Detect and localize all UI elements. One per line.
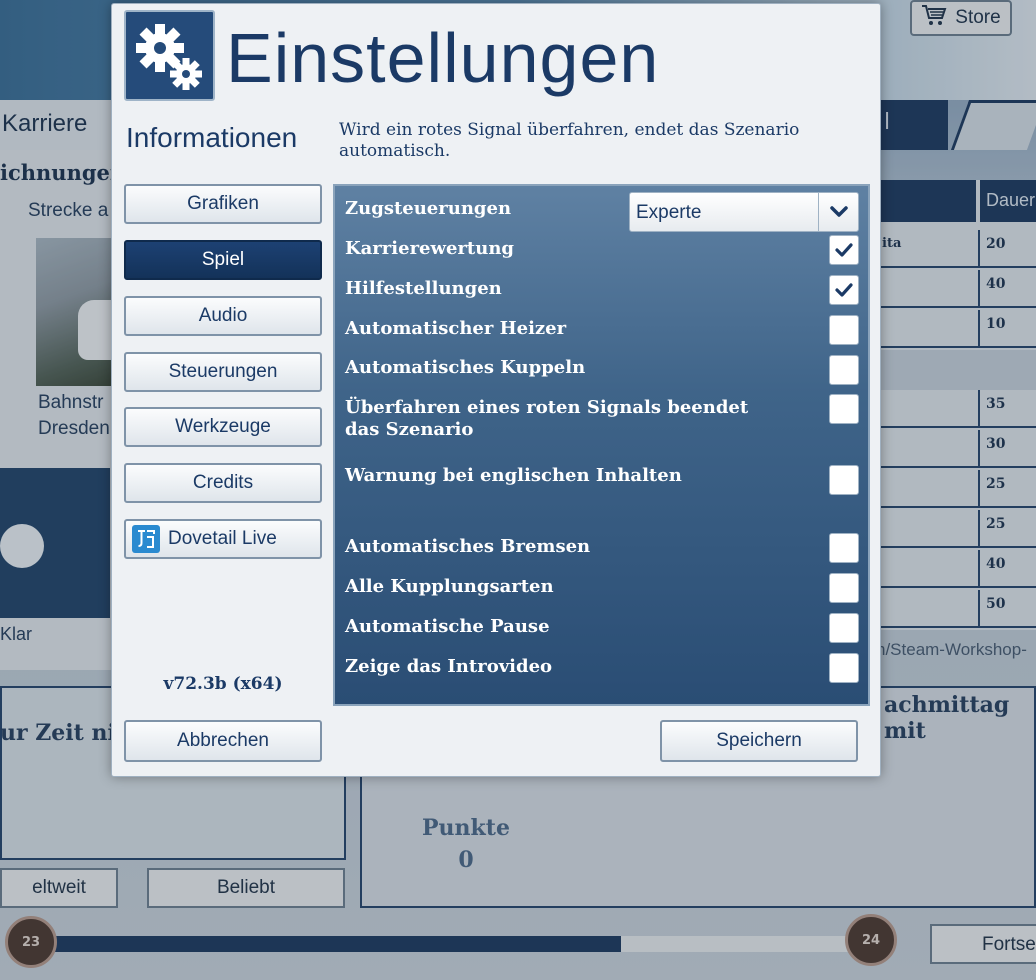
setting-checkbox[interactable] (829, 613, 859, 643)
setting-checkbox[interactable] (829, 235, 859, 265)
nav-label: Audio (198, 305, 248, 326)
nav-label: Spiel (201, 249, 245, 270)
chevron-down-icon (818, 193, 858, 231)
nav-dovetail-live-button[interactable]: Dovetail Live (124, 519, 322, 559)
nav-steuerungen-button[interactable]: Steuerungen (124, 352, 322, 392)
settings-panel: Zugsteuerungen Experte Karrierewertung Hi… (333, 184, 870, 706)
save-button[interactable]: Speichern (660, 720, 858, 762)
checkmark-icon (835, 242, 853, 258)
nav-label: Werkzeuge (175, 416, 271, 437)
nav-label: Grafiken (187, 193, 259, 214)
dovetail-logo-icon (132, 525, 160, 553)
setting-label: Automatisches Bremsen (345, 536, 591, 557)
settings-dialog: Einstellungen Informationen Wird ein rot… (111, 3, 881, 777)
nav-label: Dovetail Live (168, 528, 277, 549)
zugsteuerungen-value: Experte (636, 202, 702, 223)
checkmark-icon (835, 282, 853, 298)
info-text: Wird ein rotes Signal überfahren, endet … (339, 120, 800, 161)
setting-checkbox[interactable] (829, 394, 859, 424)
nav-credits-button[interactable]: Credits (124, 463, 322, 503)
setting-label: Zeige das Introvideo (345, 656, 553, 677)
setting-checkbox[interactable] (829, 653, 859, 683)
nav-audio-button[interactable]: Audio (124, 296, 322, 336)
nav-werkzeuge-button[interactable]: Werkzeuge (124, 407, 322, 447)
info-heading: Informationen (126, 122, 298, 153)
nav-spiel-button[interactable]: Spiel (124, 240, 322, 280)
setting-label: Überfahren eines roten Signals beendet d… (345, 397, 749, 440)
version-label: v72.3b (x64) (163, 674, 283, 694)
setting-label: Automatisches Kuppeln (345, 357, 586, 378)
setting-label: Warnung bei englischen Inhalten (345, 465, 682, 486)
setting-label: Alle Kupplungsarten (345, 576, 554, 597)
dialog-title: Einstellungen (226, 19, 660, 97)
nav-label: Steuerungen (168, 361, 278, 382)
setting-checkbox[interactable] (829, 573, 859, 603)
setting-checkbox[interactable] (829, 355, 859, 385)
nav-grafiken-button[interactable]: Grafiken (124, 184, 322, 224)
setting-label: Automatische Pause (345, 616, 550, 637)
cancel-button[interactable]: Abbrechen (124, 720, 322, 762)
setting-label: Automatischer Heizer (345, 318, 567, 339)
gears-icon (124, 10, 215, 101)
zugsteuerungen-select[interactable]: Experte (629, 192, 859, 232)
zugsteuerungen-label: Zugsteuerungen (345, 198, 512, 219)
setting-checkbox[interactable] (829, 465, 859, 495)
nav-label: Credits (192, 472, 254, 493)
setting-label: Hilfestellungen (345, 278, 502, 299)
setting-checkbox[interactable] (829, 275, 859, 305)
setting-checkbox[interactable] (829, 315, 859, 345)
setting-checkbox[interactable] (829, 533, 859, 563)
setting-label: Karrierewertung (345, 238, 515, 259)
